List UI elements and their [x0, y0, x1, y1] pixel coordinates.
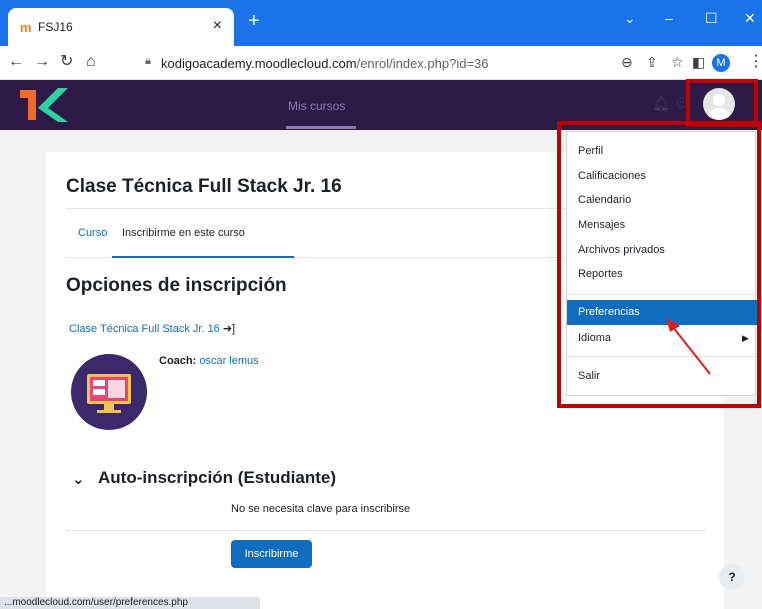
browser-toolbar: ← → ↻ ⌂ 🔒︎ kodigoacademy.moodlecloud.com… [0, 46, 762, 80]
chevron-down-icon[interactable]: ⌄ [624, 10, 636, 27]
browser-tab[interactable]: m FSJ16 × [8, 8, 234, 46]
browser-tab-bar: m FSJ16 × + ⌄ – ☐ ✕ [0, 0, 762, 46]
no-key-text: No se necesita clave para inscribirse [231, 503, 411, 515]
course-title: Clase Técnica Full Stack Jr. 16 [66, 176, 342, 197]
annotation-arrow-icon [666, 318, 711, 375]
course-link-text[interactable]: Clase Técnica Full Stack Jr. 16 [69, 323, 220, 335]
help-button[interactable]: ? [719, 564, 745, 590]
profile-avatar[interactable]: M [712, 54, 730, 72]
side-panel-icon[interactable]: ◧ [692, 53, 705, 71]
forward-icon[interactable]: → [34, 53, 50, 71]
course-link[interactable]: Clase Técnica Full Stack Jr. 16 ➜] [69, 322, 235, 335]
home-icon[interactable]: ⌂ [86, 53, 96, 71]
section-title: Opciones de inscripción [66, 275, 287, 296]
highlight-box-avatar [686, 79, 758, 127]
status-bar-url: ...moodlecloud.com/user/preferences.php [0, 597, 260, 609]
maximize-icon[interactable]: ☐ [705, 10, 718, 27]
nav-active-indicator [286, 126, 356, 129]
star-icon[interactable]: ☆ [671, 53, 684, 71]
monitor-icon [87, 374, 131, 413]
reload-icon[interactable]: ↻ [60, 53, 73, 71]
menu-kebab-icon[interactable]: ⋮ [748, 53, 762, 71]
tab-title: FSJ16 [38, 20, 73, 34]
coach-label: Coach: [159, 355, 197, 367]
coach-info: Coach: oscar lemus [159, 355, 259, 367]
chevron-down-icon[interactable]: ⌄ [72, 470, 85, 488]
new-tab-icon[interactable]: + [248, 11, 260, 31]
zoom-icon[interactable]: ⊖ [621, 53, 633, 71]
course-image [71, 354, 147, 430]
auto-enrol-title[interactable]: Auto-inscripción (Estudiante) [98, 468, 336, 488]
tab-inscribirme[interactable]: Inscribirme en este curso [122, 227, 245, 239]
moodle-favicon-icon: m [20, 20, 32, 35]
kodigo-logo-icon[interactable] [18, 86, 70, 124]
tab-curso[interactable]: Curso [78, 227, 107, 239]
minimize-icon[interactable]: – [665, 10, 673, 26]
enter-icon: ➜] [222, 323, 236, 335]
enroll-button[interactable]: Inscribirme [231, 540, 312, 568]
divider [66, 530, 706, 531]
close-window-icon[interactable]: ✕ [744, 10, 756, 27]
coach-name-link[interactable]: oscar lemus [199, 355, 258, 367]
bell-icon[interactable]: 🔔︎ [652, 95, 670, 112]
share-icon[interactable]: ⇪ [646, 53, 658, 71]
url-text[interactable]: kodigoacademy.moodlecloud.com/enrol/inde… [161, 56, 489, 71]
nav-mis-cursos[interactable]: Mis cursos [288, 99, 345, 113]
address-bar[interactable]: 🔒︎ kodigoacademy.moodlecloud.com/enrol/i… [137, 51, 617, 75]
active-tab-indicator [112, 256, 294, 258]
lock-icon[interactable]: 🔒︎ [145, 55, 151, 68]
highlight-box-menu [557, 121, 761, 408]
back-icon[interactable]: ← [8, 53, 24, 71]
close-tab-icon[interactable]: × [213, 17, 222, 35]
